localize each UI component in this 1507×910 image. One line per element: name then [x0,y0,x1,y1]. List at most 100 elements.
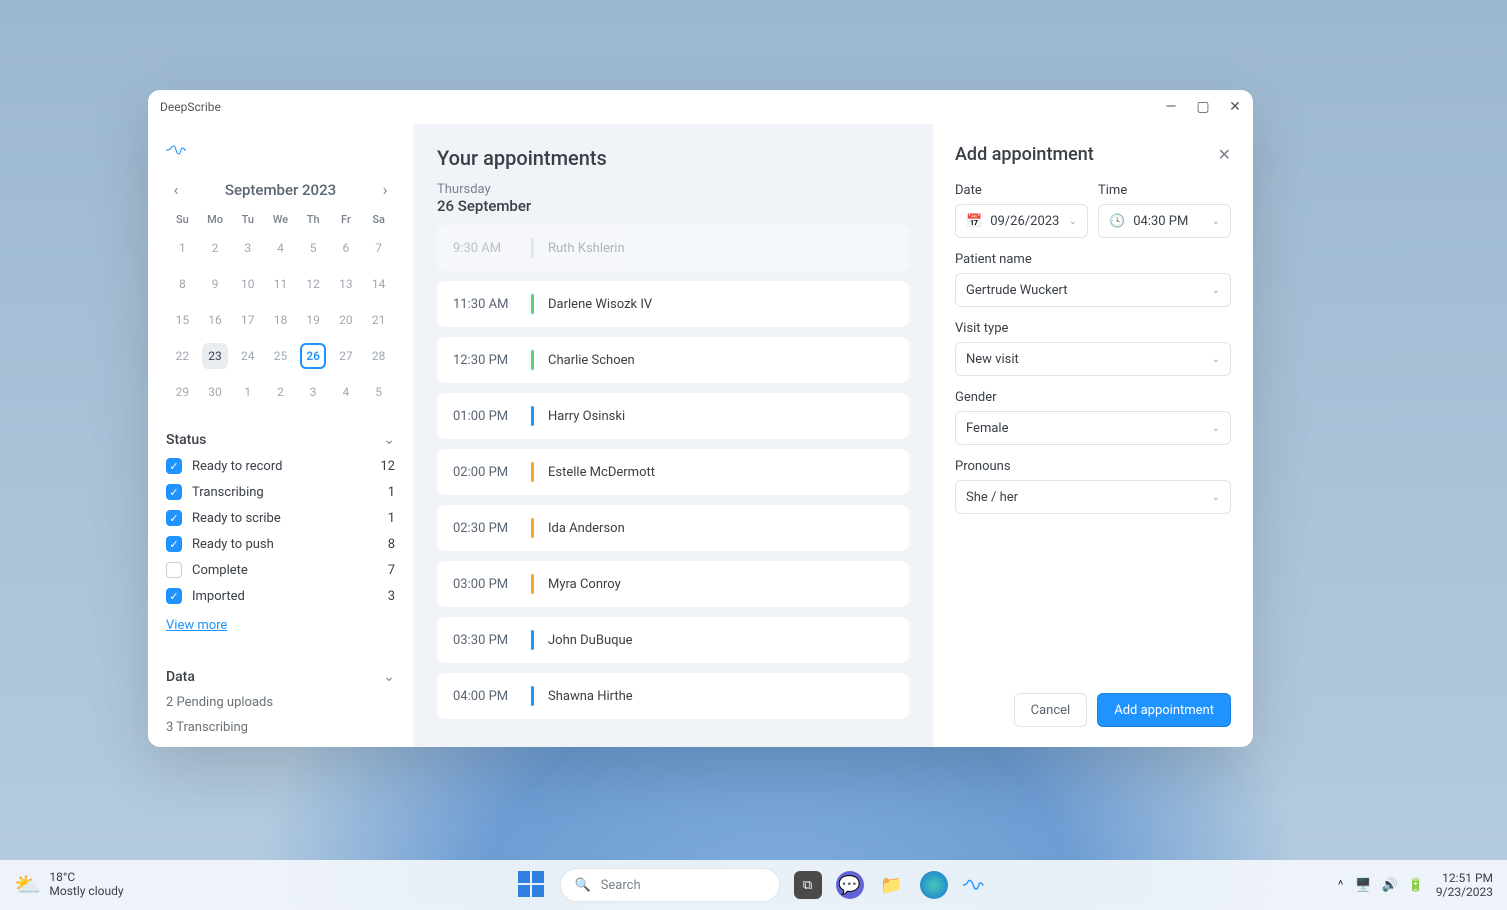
calendar-day[interactable]: 5 [297,230,330,266]
date-input[interactable]: 📅 09/26/2023 ⌄ [955,204,1088,238]
app-logo [166,136,395,168]
calendar-day[interactable]: 6 [330,230,363,266]
calendar-day[interactable]: 20 [330,302,363,338]
appointment-row[interactable]: 03:30 PMJohn DuBuque [437,617,909,663]
calendar-day[interactable]: 23 [199,338,232,374]
checkbox[interactable]: ✓ [166,484,182,500]
close-button[interactable]: ✕ [1225,99,1245,115]
calendar-day[interactable]: 2 [199,230,232,266]
appointment-status-bar [531,686,534,706]
calendar-day[interactable]: 5 [362,374,395,410]
cancel-button[interactable]: Cancel [1014,693,1088,727]
start-button[interactable] [518,871,546,899]
appointment-name: Harry Osinski [548,409,625,424]
volume-icon[interactable]: 🔊 [1382,878,1398,893]
calendar-day[interactable]: 21 [362,302,395,338]
checkbox[interactable]: ✓ [166,510,182,526]
calendar-day[interactable]: 10 [231,266,264,302]
visit-type-input[interactable]: New visit ⌄ [955,342,1231,376]
main: Your appointments Thursday 26 September … [413,124,933,747]
task-view-icon[interactable]: ⧉ [794,871,822,899]
status-item[interactable]: ✓Ready to push8 [166,536,395,552]
close-icon[interactable]: ✕ [1218,145,1231,164]
visit-label: Visit type [955,321,1231,336]
calendar-day[interactable]: 18 [264,302,297,338]
calendar-day[interactable]: 9 [199,266,232,302]
data-collapse-icon[interactable]: ⌄ [383,669,395,685]
calendar-day[interactable]: 28 [362,338,395,374]
appointment-row[interactable]: 03:00 PMMyra Conroy [437,561,909,607]
time-input[interactable]: 🕓 04:30 PM ⌄ [1098,204,1231,238]
maximize-button[interactable]: ▢ [1193,99,1213,115]
minimize-button[interactable]: — [1161,99,1181,115]
calendar-day[interactable]: 25 [264,338,297,374]
appointment-row[interactable]: 02:30 PMIda Anderson [437,505,909,551]
calendar-day[interactable]: 17 [231,302,264,338]
calendar-day[interactable]: 11 [264,266,297,302]
app-taskbar-icon[interactable] [962,871,990,899]
calendar-day[interactable]: 22 [166,338,199,374]
pronouns-input[interactable]: She / her ⌄ [955,480,1231,514]
calendar-day[interactable]: 16 [199,302,232,338]
status-collapse-icon[interactable]: ⌄ [383,432,395,448]
network-icon[interactable]: 🖥️ [1355,878,1371,893]
battery-icon[interactable]: 🔋 [1408,878,1424,893]
view-more-link[interactable]: View more [166,618,395,633]
calendar-day[interactable]: 1 [231,374,264,410]
status-item[interactable]: ✓Transcribing1 [166,484,395,500]
file-explorer-icon[interactable]: 📁 [878,871,906,899]
appointment-row[interactable]: 01:00 PMHarry Osinski [437,393,909,439]
date-label: 26 September [437,197,909,215]
calendar-day[interactable]: 8 [166,266,199,302]
checkbox[interactable]: ✓ [166,536,182,552]
appointment-row[interactable]: 12:30 PMCharlie Schoen [437,337,909,383]
status-item[interactable]: ✓Ready to record12 [166,458,395,474]
taskbar-search[interactable]: 🔍 Search [560,868,780,902]
data-item[interactable]: 2 Pending uploads [166,695,395,710]
tray-chevron-icon[interactable]: ^ [1338,878,1343,893]
calendar-next[interactable]: › [375,180,395,199]
calendar-day[interactable]: 24 [231,338,264,374]
taskbar: ⛅ 18°C Mostly cloudy 🔍 Search ⧉ 💬 📁 ^ 🖥️… [0,860,1507,910]
calendar-prev[interactable]: ‹ [166,180,186,199]
calendar-day[interactable]: 26 [297,338,330,374]
status-item[interactable]: Complete7 [166,562,395,578]
calendar-day[interactable]: 12 [297,266,330,302]
calendar-day[interactable]: 13 [330,266,363,302]
calendar-weekday: We [264,209,297,230]
calendar-day[interactable]: 1 [166,230,199,266]
appointment-status-bar [531,630,534,650]
appointment-row[interactable]: 9:30 AMRuth Kshlerin [437,225,909,271]
appointment-status-bar [531,406,534,426]
calendar-day[interactable]: 4 [330,374,363,410]
checkbox[interactable] [166,562,182,578]
calendar-day[interactable]: 3 [231,230,264,266]
calendar-day[interactable]: 19 [297,302,330,338]
data-item[interactable]: 3 Transcribing [166,720,395,735]
appointment-row[interactable]: 11:30 AMDarlene Wisozk IV [437,281,909,327]
status-item[interactable]: ✓Ready to scribe1 [166,510,395,526]
calendar-day[interactable]: 27 [330,338,363,374]
status-item[interactable]: ✓Imported3 [166,588,395,604]
appointment-name: Ruth Kshlerin [548,241,625,256]
calendar-day[interactable]: 2 [264,374,297,410]
calendar-day[interactable]: 4 [264,230,297,266]
edge-icon[interactable] [920,871,948,899]
appointment-row[interactable]: 02:00 PMEstelle McDermott [437,449,909,495]
calendar-day[interactable]: 15 [166,302,199,338]
calendar-day[interactable]: 7 [362,230,395,266]
weather-widget[interactable]: ⛅ 18°C Mostly cloudy [14,871,124,899]
appointment-row[interactable]: 04:00 PMShawna Hirthe [437,673,909,719]
add-appointment-button[interactable]: Add appointment [1097,693,1231,727]
checkbox[interactable]: ✓ [166,588,182,604]
date-label: Date [955,183,1088,198]
calendar-day[interactable]: 30 [199,374,232,410]
gender-input[interactable]: Female ⌄ [955,411,1231,445]
calendar-day[interactable]: 14 [362,266,395,302]
taskbar-clock[interactable]: 12:51 PM 9/23/2023 [1436,871,1493,900]
checkbox[interactable]: ✓ [166,458,182,474]
calendar-day[interactable]: 3 [297,374,330,410]
chat-icon[interactable]: 💬 [836,871,864,899]
patient-input[interactable]: Gertrude Wuckert ⌄ [955,273,1231,307]
calendar-day[interactable]: 29 [166,374,199,410]
